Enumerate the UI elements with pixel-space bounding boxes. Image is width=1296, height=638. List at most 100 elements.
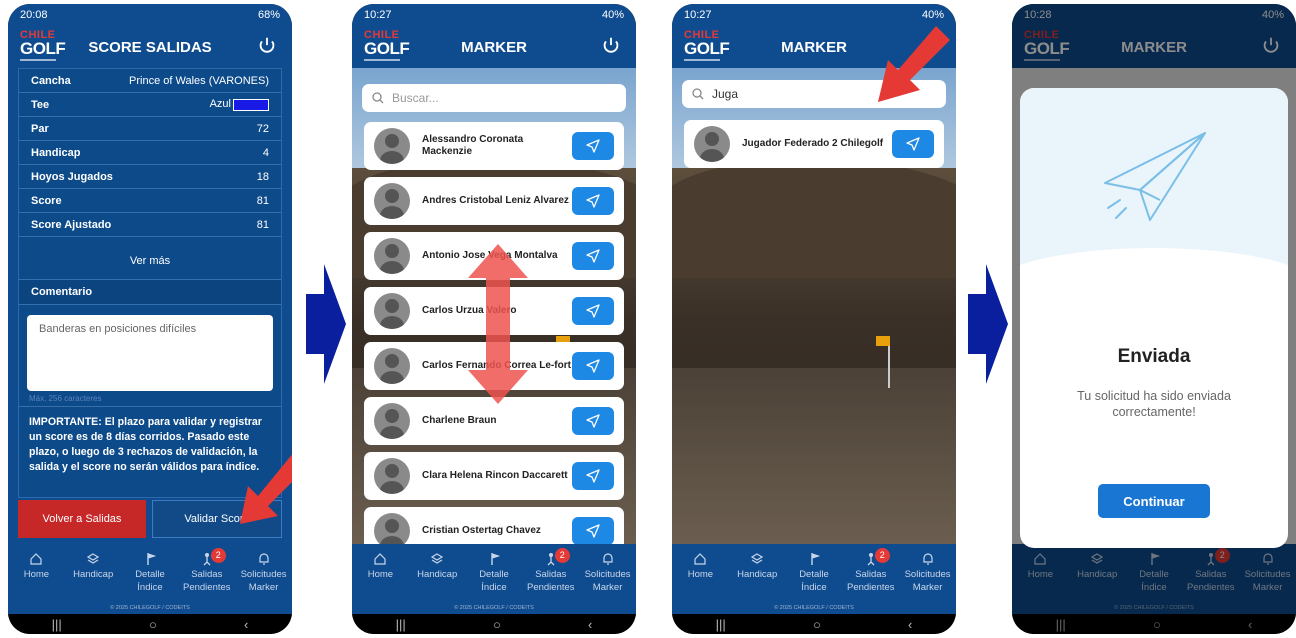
- nav-item-salidas[interactable]: Salidas Pendientes 2: [179, 548, 235, 594]
- notification-badge: 2: [874, 548, 890, 563]
- search-value: Juga: [712, 87, 739, 101]
- score-row: Par 72: [19, 117, 281, 141]
- system-nav: ||| ○ ‹: [8, 614, 292, 634]
- phone-marker-list: 10:27 40% CHILE GOLF MARKER Buscar... Al…: [352, 4, 636, 634]
- golf-flag-icon: [811, 553, 821, 565]
- nav-label: Home: [23, 569, 50, 580]
- power-icon[interactable]: [256, 35, 278, 57]
- player-name: Jugador Federado 2 Chilegolf: [742, 138, 884, 149]
- score-row: Score 81: [19, 189, 281, 213]
- list-item[interactable]: Charlene Braun: [364, 397, 624, 445]
- send-button[interactable]: [572, 407, 614, 435]
- max-chars-hint: Máx. 256 caracteres: [29, 394, 102, 403]
- red-pointer-arrow: [240, 454, 292, 524]
- score-row-label: Score: [31, 194, 62, 207]
- continuar-button[interactable]: Continuar: [1098, 484, 1210, 518]
- paper-plane-icon: [1104, 132, 1206, 221]
- comentario-textarea[interactable]: Banderas en posiciones difíciles: [27, 315, 273, 391]
- search-input[interactable]: Buscar...: [362, 84, 626, 112]
- list-item[interactable]: Andres Cristobal Leniz Alvarez: [364, 177, 624, 225]
- layers-icon: [431, 553, 444, 564]
- nav-item-home[interactable]: Home: [8, 552, 64, 594]
- search-icon: [372, 92, 384, 104]
- nav-item-detalle[interactable]: Detalle Índice: [466, 552, 522, 594]
- chile-golf-logo: CHILE GOLF: [684, 30, 730, 64]
- nav-label: Handicap: [737, 569, 778, 580]
- golf-flag-icon: [491, 553, 501, 565]
- nav-item-home[interactable]: Home: [672, 552, 728, 594]
- score-row-label: Score Ajustado: [31, 218, 112, 231]
- red-pointer-arrow: [878, 26, 950, 102]
- nav-label: Salidas: [191, 569, 223, 580]
- send-button[interactable]: [572, 242, 614, 270]
- send-icon: [586, 359, 600, 373]
- bell-icon: [602, 553, 613, 565]
- nav-item-handicap[interactable]: Handicap: [729, 552, 785, 594]
- success-dialog: Enviada Tu solicitud ha sido enviada cor…: [1020, 88, 1288, 548]
- score-row-value: 4: [262, 146, 269, 159]
- comentario-label: Comentario: [19, 279, 281, 305]
- search-icon: [692, 88, 704, 100]
- nav-item-detalle[interactable]: Detalle Índice: [786, 552, 842, 594]
- status-time: 20:08: [20, 9, 48, 21]
- send-button[interactable]: [572, 187, 614, 215]
- list-item[interactable]: Alessandro Coronata Mackenzie: [364, 122, 624, 170]
- power-icon[interactable]: [600, 35, 622, 57]
- nav-label: Home: [687, 569, 714, 580]
- nav-sublabel: Marker: [248, 582, 279, 593]
- list-item[interactable]: Jugador Federado 2 Chilegolf: [684, 120, 944, 168]
- avatar: [374, 403, 410, 439]
- list-item[interactable]: Clara Helena Rincon Daccarett: [364, 452, 624, 500]
- nav-item-home[interactable]: Home: [352, 552, 408, 594]
- nav-item-handicap[interactable]: Handicap: [409, 552, 465, 594]
- nav-label: Solicitudes: [584, 569, 631, 580]
- ver-mas-link[interactable]: Ver más: [19, 237, 281, 279]
- send-icon: [586, 249, 600, 263]
- nav-item-detalle[interactable]: Detalle Índice: [122, 552, 178, 594]
- score-row-value: Prince of Wales (VARONES): [129, 74, 269, 87]
- layers-icon: [87, 553, 100, 564]
- dialog-title: Enviada: [1117, 346, 1191, 367]
- send-icon: [586, 469, 600, 483]
- nav-label: Home: [367, 569, 394, 580]
- page-title: MARKER: [461, 38, 527, 56]
- avatar: [374, 293, 410, 329]
- nav-item-handicap[interactable]: Handicap: [65, 552, 121, 594]
- page-title: MARKER: [781, 38, 847, 56]
- score-row-value: 81: [256, 194, 269, 207]
- dialog-message: Tu solicitud ha sido enviada correctamen…: [1077, 389, 1231, 419]
- nav-label: Handicap: [73, 569, 114, 580]
- app-bar: CHILE GOLF SCORE SALIDAS: [8, 26, 292, 68]
- system-nav: ||| ○ ‹: [672, 614, 956, 634]
- home-icon: [374, 553, 386, 565]
- score-row-value: 81: [256, 218, 269, 231]
- avatar: [694, 126, 730, 162]
- score-row: Score Ajustado 81: [19, 213, 281, 237]
- nav-item-solicitudes[interactable]: Solicitudes Marker: [236, 552, 292, 594]
- player-name: Cristian Ostertag Chavez: [422, 525, 541, 536]
- layers-icon: [751, 553, 764, 564]
- nav-sublabel: Pendientes: [183, 582, 231, 593]
- send-button[interactable]: [892, 130, 934, 158]
- nav-item-salidas[interactable]: Salidas Pendientes 2: [843, 548, 899, 594]
- send-icon: [586, 524, 600, 538]
- golf-flag-icon: [147, 553, 157, 565]
- send-button[interactable]: [572, 297, 614, 325]
- send-button[interactable]: [572, 517, 614, 545]
- player-name: Andres Cristobal Leniz Alvarez: [422, 195, 569, 206]
- bottom-nav: Home Handicap Detalle Índice Salidas Pendient…: [8, 544, 292, 614]
- send-button[interactable]: [572, 352, 614, 380]
- nav-label: Salidas: [855, 569, 887, 580]
- send-icon: [906, 137, 920, 151]
- nav-label: Solicitudes: [904, 569, 951, 580]
- nav-item-salidas[interactable]: Salidas Pendientes 2: [523, 548, 579, 594]
- home-icon: [30, 553, 42, 565]
- nav-item-solicitudes[interactable]: Solicitudes Marker: [900, 552, 956, 594]
- nav-item-solicitudes[interactable]: Solicitudes Marker: [580, 552, 636, 594]
- nav-label: Detalle: [135, 569, 165, 580]
- volver-salidas-button[interactable]: Volver a Salidas: [18, 500, 146, 538]
- send-button[interactable]: [572, 462, 614, 490]
- page-title: SCORE SALIDAS: [88, 38, 212, 56]
- score-row-label: Par: [31, 122, 49, 135]
- send-button[interactable]: [572, 132, 614, 160]
